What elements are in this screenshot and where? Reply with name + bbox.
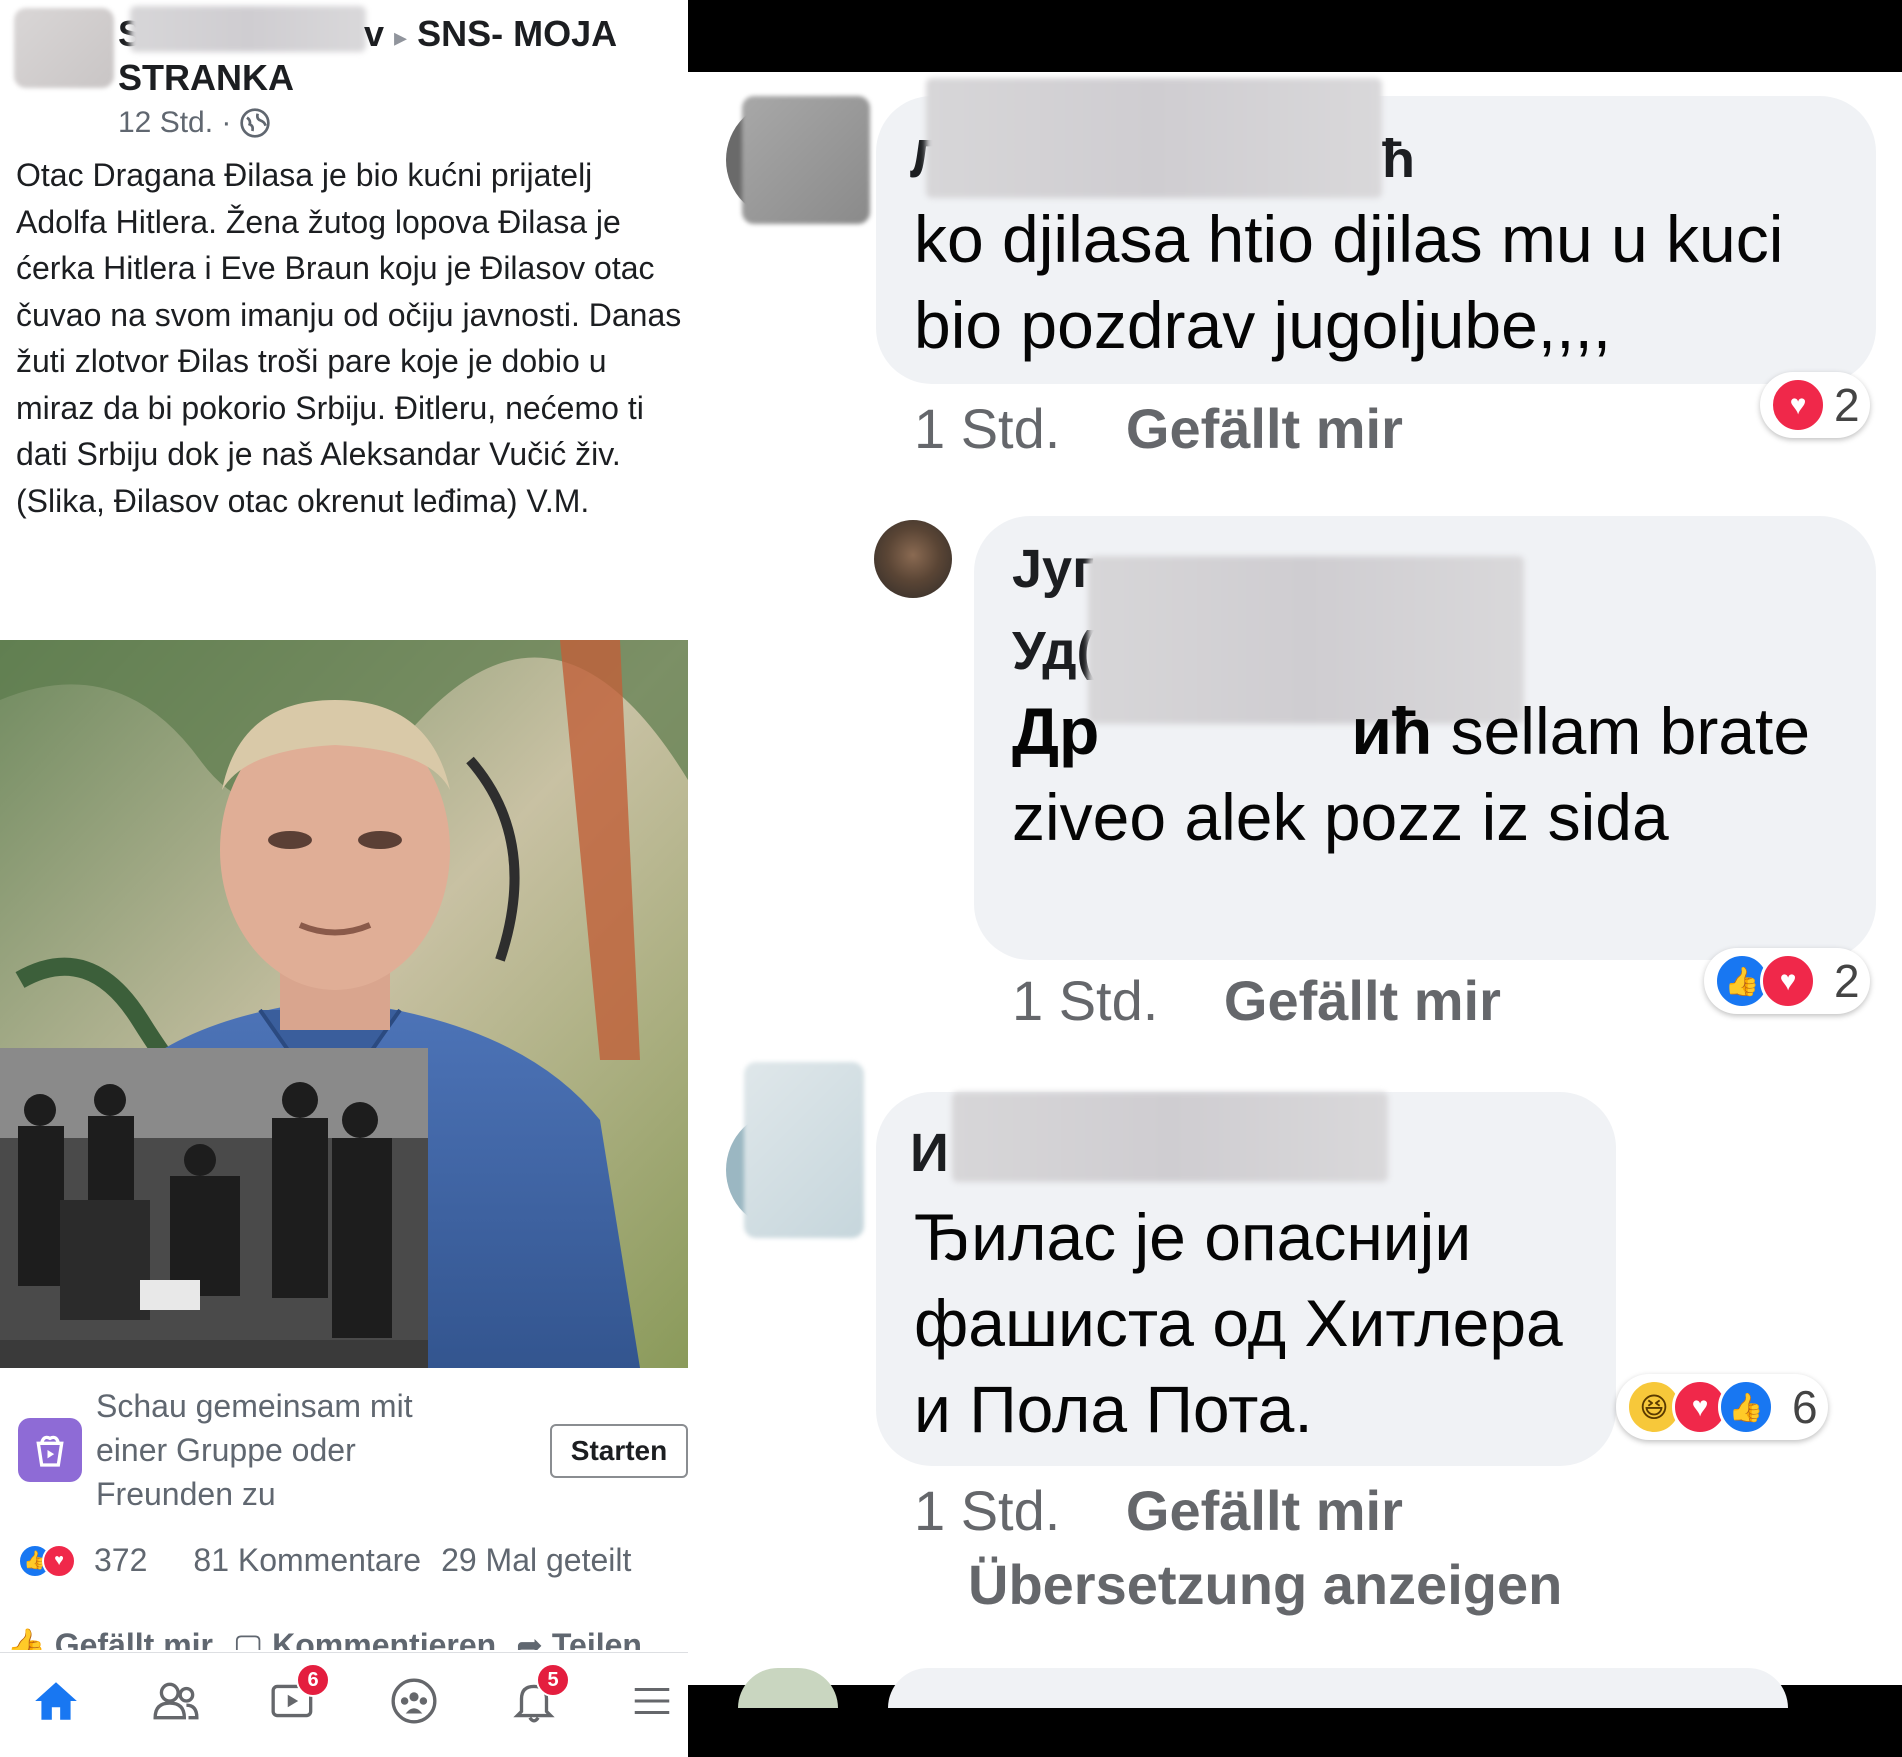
comment-1-meta: 1 Std. Gefällt mir <box>914 396 1403 461</box>
arrow-icon: ▸ <box>394 22 408 52</box>
share-action-label: Teilen <box>551 1627 642 1650</box>
mention-start[interactable]: Др <box>1012 694 1099 768</box>
love-reaction-icon: ♥ <box>1770 377 1826 433</box>
commenter-2-avatar[interactable] <box>874 520 952 598</box>
post-text: Otac Dragana Đilasa je bio kućni prijate… <box>16 157 682 519</box>
comment-1-like-button[interactable]: Gefällt mir <box>1126 397 1403 460</box>
mention-end[interactable]: иħ <box>1351 694 1432 768</box>
start-button[interactable]: Starten <box>550 1424 688 1478</box>
comment-3-meta: 1 Std. Gefällt mir <box>914 1478 1403 1543</box>
commenter-1-name-end[interactable]: ћ <box>1382 128 1415 190</box>
menu-icon <box>634 1687 670 1715</box>
friends-icon <box>153 1682 199 1720</box>
redacted-commenter-1-name <box>926 78 1382 198</box>
bottom-tab-bar: 6 5 <box>0 1652 688 1757</box>
watch-badge: 6 <box>296 1663 330 1697</box>
comment-1-time[interactable]: 1 Std. <box>914 397 1060 460</box>
comment-3-reaction-count: 6 <box>1792 1381 1818 1433</box>
commenter-4-avatar[interactable] <box>738 1668 838 1708</box>
redacted-avatar-3 <box>744 1062 864 1238</box>
watch-together-line1: Schau gemeinsam mit <box>96 1388 413 1424</box>
comment-action-label: Kommentieren <box>272 1627 497 1650</box>
post-photo[interactable] <box>0 640 688 1368</box>
home-icon <box>35 1682 77 1720</box>
post-panel: S v ▸ SNS- MOJA STRANKA 12 Std. · Otac D… <box>0 0 688 1757</box>
tab-notifications[interactable]: 5 <box>504 1663 570 1731</box>
reaction-count[interactable]: 372 <box>94 1542 147 1579</box>
share-count[interactable]: 29 Mal geteilt <box>441 1542 631 1579</box>
like-action[interactable]: 👍 Gefällt mir <box>6 1626 213 1650</box>
comment-1-reactions[interactable]: ♥ 2 <box>1760 372 1870 438</box>
comment-2-meta: 1 Std. Gefällt mir <box>1012 968 1501 1033</box>
comment-1-reaction-count: 2 <box>1834 379 1860 431</box>
comment-3-reactions[interactable]: 😆 ♥ 👍 6 <box>1616 1374 1828 1440</box>
love-reaction-icon: ♥ <box>1760 953 1816 1009</box>
comment-4-bubble <box>888 1668 1788 1708</box>
redacted-avatar-1 <box>742 96 870 224</box>
thumb-up-icon: 👍 <box>6 1627 46 1650</box>
photo-illustration <box>0 640 688 1368</box>
tab-groups[interactable] <box>384 1671 444 1731</box>
tab-watch[interactable]: 6 <box>264 1663 330 1731</box>
author-avatar[interactable] <box>14 8 114 88</box>
comment-3-translate-label: Übersetzung anzeigen <box>968 1553 1563 1616</box>
share-icon: ➦ <box>516 1627 543 1650</box>
like-action-label: Gefällt mir <box>54 1627 213 1650</box>
author-name-end[interactable]: v <box>364 13 384 54</box>
share-action[interactable]: ➦ Teilen <box>516 1626 642 1650</box>
comment-2-like-button[interactable]: Gefällt mir <box>1224 969 1501 1032</box>
post-meta: 12 Std. · <box>118 106 271 140</box>
comment-count[interactable]: 81 Kommentare <box>193 1542 421 1579</box>
watch-together-text: Schau gemeinsam mit einer Gruppe oder Fr… <box>96 1384 413 1516</box>
globe-icon <box>240 108 271 138</box>
notifications-badge: 5 <box>536 1663 570 1697</box>
post-header-line1: v ▸ SNS- MOJA <box>364 12 617 59</box>
tab-menu[interactable] <box>622 1671 682 1731</box>
comment-2-text-line1: sellam <box>1450 694 1642 768</box>
like-reaction-icon: 👍 <box>1718 1379 1774 1435</box>
comment-2-time[interactable]: 1 Std. <box>1012 969 1158 1032</box>
comment-2-reaction-count: 2 <box>1834 955 1860 1007</box>
commenter-3-name-start[interactable]: И <box>910 1122 949 1184</box>
post-time[interactable]: 12 Std. · <box>118 106 231 140</box>
watch-party-icon <box>18 1418 82 1482</box>
comment-3-time[interactable]: 1 Std. <box>914 1479 1060 1542</box>
comment-3-translate-button[interactable]: Übersetzung anzeigen <box>968 1552 1562 1617</box>
comment-icon: ▢ <box>233 1627 264 1650</box>
tab-friends[interactable] <box>146 1671 206 1731</box>
comment-2-reactions[interactable]: 👍 ♥ 2 <box>1704 948 1870 1014</box>
redacted-commenter-3-name <box>952 1092 1388 1182</box>
watch-together-line3: Freunden zu <box>96 1476 276 1512</box>
commenter-2-name-line2[interactable]: Уд( <box>1012 620 1094 682</box>
comments-panel: Л ћ ko djilasa htio djilas mu u kuci bio… <box>688 0 1902 1757</box>
post-stats: 👍 ♥ 372 81 Kommentare 29 Mal geteilt <box>18 1542 688 1579</box>
tab-home[interactable] <box>26 1671 86 1731</box>
comment-3-like-button[interactable]: Gefällt mir <box>1126 1479 1403 1542</box>
comment-1-text: ko djilasa htio djilas mu u kuci bio poz… <box>914 202 1784 362</box>
group-name-line1[interactable]: SNS- MOJA <box>417 13 617 54</box>
comment-2-text: Др иħ sellam brate ziveo alek pozz iz sid… <box>1012 688 1862 860</box>
comment-action[interactable]: ▢ Kommentieren <box>233 1626 496 1650</box>
top-black-bar <box>688 0 1902 72</box>
redacted-author-name <box>130 6 366 52</box>
love-reaction-icon: ♥ <box>42 1543 76 1578</box>
commenter-2-name-line1[interactable]: Југ <box>1012 538 1095 600</box>
comment-3-text: Ђилас је опаснији фашиста од Хитлера и П… <box>914 1200 1563 1446</box>
watch-together-line2: einer Gruppe oder <box>96 1432 356 1468</box>
groups-icon <box>391 1678 437 1724</box>
post-action-row: 👍 Gefällt mir ▢ Kommentieren ➦ Teilen <box>0 1626 688 1650</box>
group-name-line2[interactable]: STRANKA <box>118 56 294 100</box>
